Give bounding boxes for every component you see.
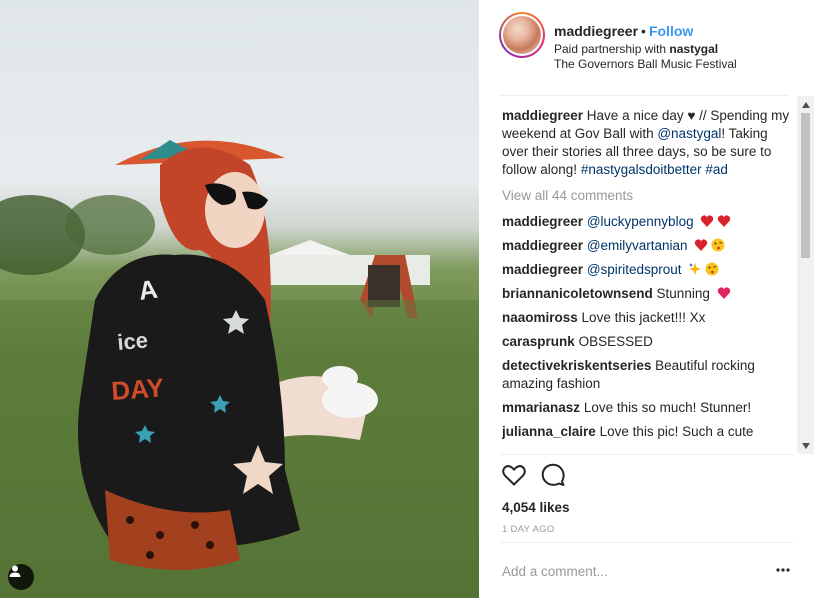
post-header: maddiegreer • Follow Paid partnership with… [479,0,814,96]
comment-username[interactable]: mmarianasz [502,400,580,415]
divider [499,542,794,543]
comment-item: mmarianasz Love this so much! Stunner! [502,399,794,417]
follow-button[interactable]: Follow [649,23,693,39]
divider [499,95,789,96]
header-separator: • [641,23,646,39]
caption-mention[interactable]: @nastygal [657,126,721,141]
heart-eyes-icon [695,239,708,251]
partnership-label: Paid partnership with [554,42,670,56]
comment-username[interactable]: maddiegreer [502,238,583,253]
post-side-panel: maddiegreer • Follow Paid partnership with… [479,0,814,598]
comment-text: OBSESSED [578,334,653,349]
sparkle-icon [689,263,702,275]
comment-username[interactable]: naaomiross [502,310,578,325]
comment-text: Love this jacket!!! Xx [581,310,706,325]
partner-link[interactable]: nastygal [669,42,718,56]
caption: maddiegreer Have a nice day ♥ // Spendin… [502,107,794,179]
comment-text: Love this so much! Stunner! [583,400,752,415]
svg-text:DAY: DAY [110,372,164,406]
comment-username[interactable]: julianna_claire [502,424,596,439]
comments-list[interactable]: maddiegreer Have a nice day ♥ // Spendin… [502,107,794,452]
header-username[interactable]: maddiegreer [554,23,638,39]
comment-text: Love this pic! Such a cute [599,424,754,439]
comment-username[interactable]: maddiegreer [502,262,583,277]
scroll-up-arrow-icon [801,101,810,108]
more-options-button[interactable] [773,562,793,578]
avatar[interactable] [499,12,545,58]
caption-hashtag[interactable]: #nastygalsdoitbetter [581,162,702,177]
comment-item: julianna_claire Love this pic! Such a cu… [502,423,794,441]
post-photo[interactable]: A ice DAY [0,0,479,598]
comment-text: Stunning [656,286,710,301]
comment-button[interactable] [540,462,566,488]
comment-username[interactable]: maddiegreer [502,214,583,229]
comment-item: maddiegreer @spiritedsprout [502,261,794,279]
comments-scrollbar[interactable] [797,96,814,454]
user-silhouette-icon [9,565,21,577]
comment-item: detectivekriskentseries Beautiful rockin… [502,357,794,393]
photo-illustration: A ice DAY [0,140,479,598]
comment-mention[interactable]: @spiritedsprout [587,262,682,277]
user-tags-button[interactable] [8,564,34,590]
heart-eyes-icon [718,215,731,227]
svg-text:ice: ice [116,327,149,355]
divider [499,454,794,455]
comment-username[interactable]: detectivekriskentseries [502,358,651,373]
kiss-face-icon [711,238,725,252]
heart-eyes-icon [701,215,714,227]
caption-username[interactable]: maddiegreer [502,108,583,123]
location-link[interactable]: The Governors Ball Music Festival [554,57,737,71]
comment-item: naaomiross Love this jacket!!! Xx [502,309,794,327]
post-timestamp: 1 DAY AGO [502,524,555,535]
ellipsis-icon [776,568,790,572]
scroll-down-arrow-icon [801,442,810,449]
like-button[interactable] [501,462,527,488]
comment-mention[interactable]: @luckypennyblog [587,214,694,229]
scroll-down-button[interactable] [797,437,814,454]
kiss-face-icon [705,262,719,276]
comment-item: maddiegreer @luckypennyblog [502,213,794,231]
heart-outline-icon [502,465,526,486]
comment-mention[interactable]: @emilyvartanian [587,238,688,253]
scroll-thumb[interactable] [801,113,810,258]
scroll-up-button[interactable] [797,96,814,113]
add-comment-input[interactable] [502,561,752,581]
speech-bubble-icon [541,463,565,486]
comment-item: briannanicoletownsend Stunning [502,285,794,303]
likes-count[interactable]: 4,054 likes [502,500,570,515]
view-all-comments-link[interactable]: View all 44 comments [502,187,794,205]
comment-item: carasprunk OBSESSED [502,333,794,351]
comment-item: maddiegreer @emilyvartanian [502,237,794,255]
comment-username[interactable]: briannanicoletownsend [502,286,653,301]
comment-username[interactable]: carasprunk [502,334,575,349]
caption-hashtag[interactable]: #ad [705,162,728,177]
red-heart-icon [717,287,730,299]
